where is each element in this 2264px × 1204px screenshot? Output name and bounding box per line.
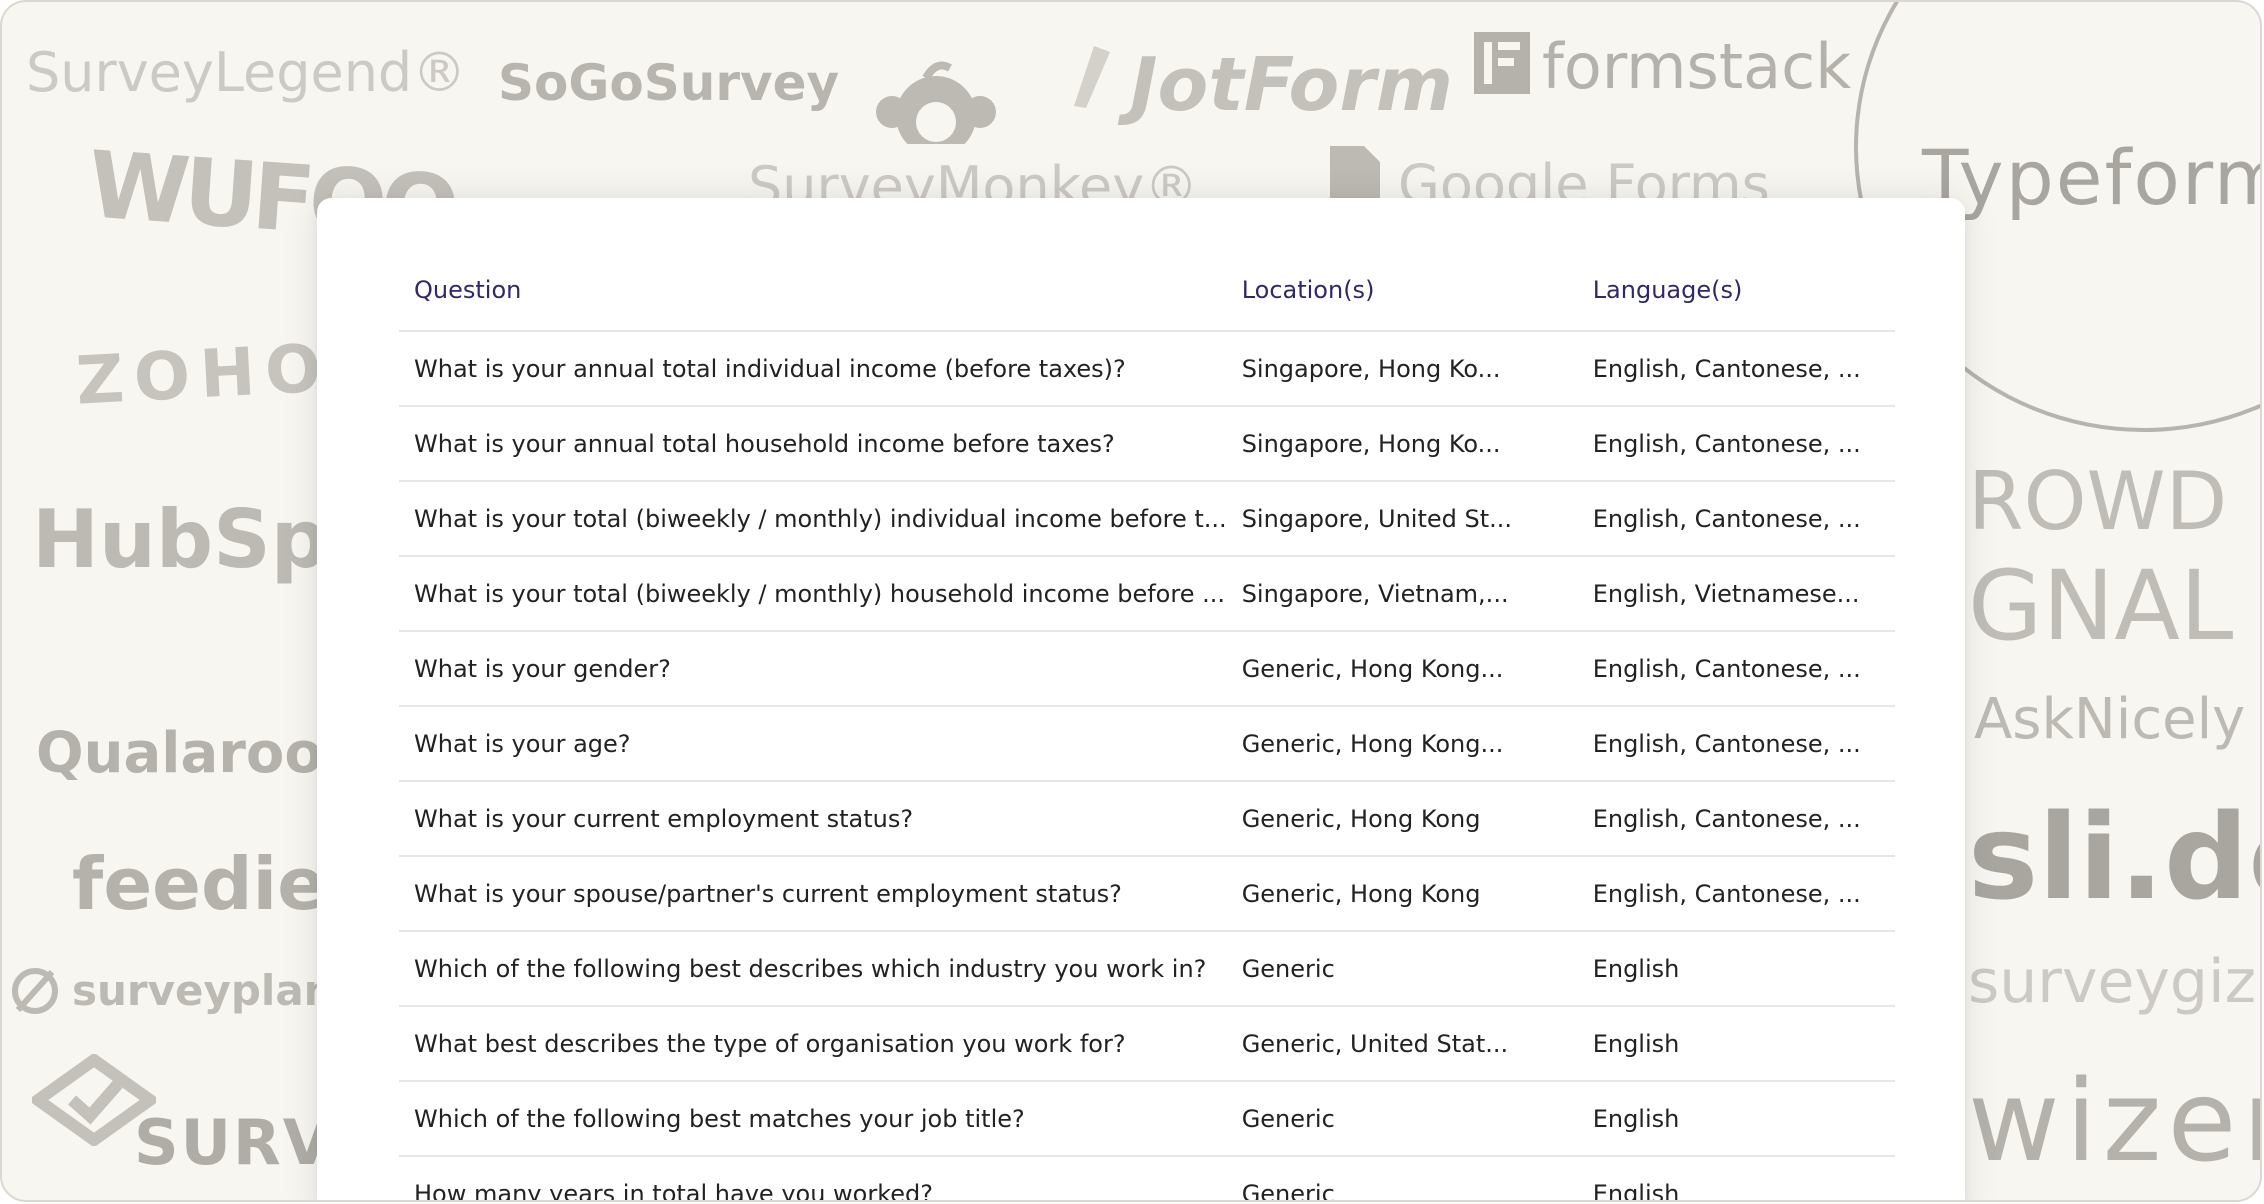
cell-languages: English, Vietnamese...: [1577, 556, 1895, 632]
cell-question: Which of the following best describes wh…: [399, 931, 1227, 1007]
jotform-pen-icon: [1064, 42, 1122, 110]
column-header-languages[interactable]: Language(s): [1577, 250, 1895, 332]
crowdsignal-logo-top: ROWD: [1968, 455, 2228, 548]
cell-question: Which of the following best matches your…: [399, 1081, 1227, 1157]
cell-locations: Generic, United Stat...: [1226, 1006, 1578, 1082]
formstack-logo: formstack: [1542, 30, 1852, 103]
table-row[interactable]: Which of the following best matches your…: [399, 1081, 1895, 1157]
table-row[interactable]: What is your spouse/partner's current em…: [399, 856, 1895, 932]
qualaroo-logo: Qualaroo: [36, 721, 323, 786]
table-row[interactable]: What best describes the type of organisa…: [399, 1006, 1895, 1082]
cell-locations: Generic: [1226, 1156, 1578, 1200]
cell-locations: Singapore, Hong Ko...: [1226, 406, 1578, 482]
cell-locations: Generic, Hong Kong...: [1226, 706, 1578, 782]
question-library-card: Question Location(s) Language(s) What is…: [317, 198, 1965, 1200]
table-row[interactable]: What is your gender? Generic, Hong Kong.…: [399, 631, 1895, 707]
surveyplanet-icon: [10, 966, 60, 1016]
jotform-logo: JotForm: [1130, 42, 1453, 128]
cell-question: What is your total (biweekly / monthly) …: [399, 481, 1227, 557]
column-header-locations[interactable]: Location(s): [1226, 250, 1578, 332]
cell-languages: English: [1577, 1006, 1895, 1082]
asknicely-logo: AskNicely: [1974, 687, 2246, 752]
surveylegend-logo: SurveyLegend®: [26, 41, 467, 104]
table-row[interactable]: What is your annual total household inco…: [399, 406, 1895, 482]
table-row[interactable]: What is your total (biweekly / monthly) …: [399, 481, 1895, 557]
cell-locations: Generic, Hong Kong...: [1226, 631, 1578, 707]
table-row[interactable]: How many years in total have you worked?…: [399, 1156, 1895, 1200]
cell-languages: English, Cantonese, ...: [1577, 406, 1895, 482]
cell-locations: Singapore, Vietnam,...: [1226, 556, 1578, 632]
table-row[interactable]: What is your annual total individual inc…: [399, 331, 1895, 407]
crowdsignal-logo-bottom: GNAL: [1968, 550, 2234, 662]
survey-tools-banner: SurveyLegend® SoGoSurvey JotForm formsta…: [0, 0, 2262, 1202]
cell-question: What is your annual total household inco…: [399, 406, 1227, 482]
slido-logo: sli.do: [1968, 788, 2260, 926]
cell-languages: English, Cantonese, ...: [1577, 781, 1895, 857]
cell-locations: Generic: [1226, 1081, 1578, 1157]
cell-languages: English, Cantonese, ...: [1577, 706, 1895, 782]
cell-question: How many years in total have you worked?: [399, 1156, 1227, 1200]
typeform-logo: Typeform: [1922, 133, 2262, 222]
cell-question: What is your age?: [399, 706, 1227, 782]
table-row[interactable]: Which of the following best describes wh…: [399, 931, 1895, 1007]
table-row[interactable]: What is your total (biweekly / monthly) …: [399, 556, 1895, 632]
cell-locations: Generic, Hong Kong: [1226, 856, 1578, 932]
cell-question: What is your spouse/partner's current em…: [399, 856, 1227, 932]
cell-languages: English: [1577, 1156, 1895, 1200]
table-row[interactable]: What is your current employment status? …: [399, 781, 1895, 857]
cell-languages: English, Cantonese, ...: [1577, 631, 1895, 707]
cell-locations: Generic, Hong Kong: [1226, 781, 1578, 857]
cell-question: What best describes the type of organisa…: [399, 1006, 1227, 1082]
table-row[interactable]: What is your age? Generic, Hong Kong... …: [399, 706, 1895, 782]
cell-question: What is your current employment status?: [399, 781, 1227, 857]
cell-question: What is your gender?: [399, 631, 1227, 707]
wizer-logo: wizer: [1968, 1057, 2262, 1187]
cell-languages: English: [1577, 931, 1895, 1007]
cell-languages: English: [1577, 1081, 1895, 1157]
formstack-icon: [1474, 32, 1530, 94]
zoho-logo: ZOHO: [74, 329, 334, 420]
cell-languages: English, Cantonese, ...: [1577, 331, 1895, 407]
surveygizmo-logo: surveygizmo: [1968, 947, 2260, 1017]
question-table: Question Location(s) Language(s) What is…: [399, 250, 1895, 1200]
cell-locations: Singapore, Hong Ko...: [1226, 331, 1578, 407]
monkey-icon: [874, 60, 998, 156]
column-header-question[interactable]: Question: [399, 250, 1227, 332]
cell-locations: Generic: [1226, 931, 1578, 1007]
sogosurvey-logo: SoGoSurvey: [498, 54, 840, 112]
cell-question: What is your total (biweekly / monthly) …: [399, 556, 1227, 632]
cell-locations: Singapore, United St...: [1226, 481, 1578, 557]
table-header-row: Question Location(s) Language(s): [399, 250, 1895, 332]
cell-languages: English, Cantonese, ...: [1577, 481, 1895, 557]
cell-languages: English, Cantonese, ...: [1577, 856, 1895, 932]
cell-question: What is your annual total individual inc…: [399, 331, 1227, 407]
